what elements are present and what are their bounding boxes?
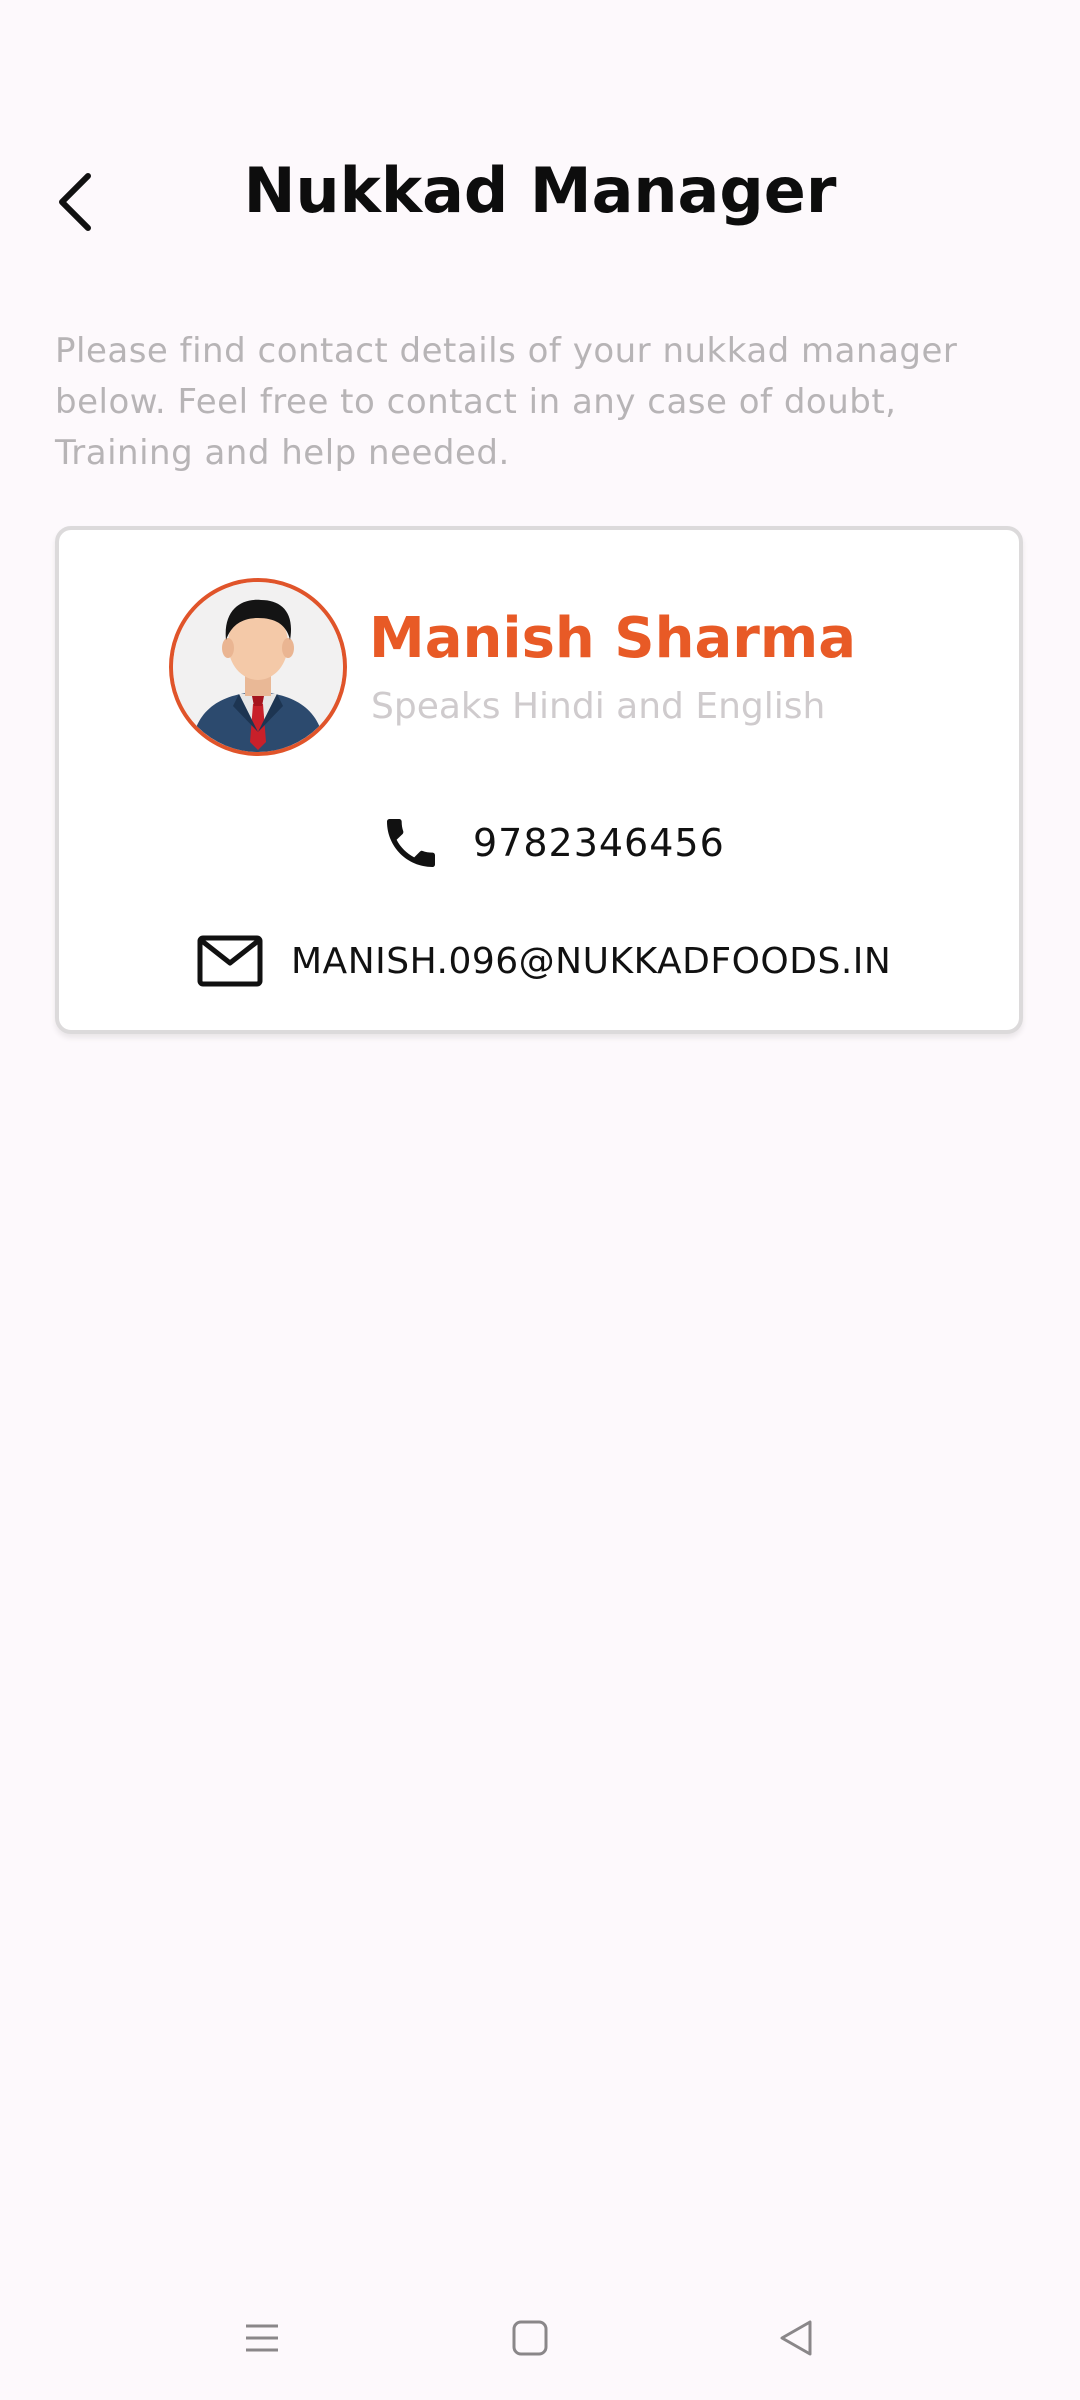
phone-number: 9782346456	[473, 821, 725, 865]
manager-languages: Speaks Hindi and English	[371, 686, 826, 727]
manager-card: Manish Sharma Speaks Hindi and English 9…	[55, 526, 1023, 1034]
email-address: MANISH.096@NUKKADFOODS.IN	[291, 940, 892, 982]
manager-name: Manish Sharma	[369, 606, 857, 671]
mail-icon	[197, 935, 263, 987]
page-title: Nukkad Manager	[243, 154, 837, 227]
intro-text: Please find contact details of your nukk…	[55, 331, 958, 473]
recents-button[interactable]	[232, 2308, 292, 2368]
home-square-icon	[512, 2320, 548, 2356]
status-bar	[0, 0, 1080, 110]
menu-icon	[246, 2324, 278, 2352]
phone-contact[interactable]: 9782346456	[379, 808, 725, 878]
businessman-avatar-icon	[173, 582, 343, 752]
phone-icon	[387, 819, 435, 867]
back-triangle-icon	[780, 2320, 812, 2356]
back-nav-button[interactable]	[766, 2308, 826, 2368]
avatar	[169, 578, 347, 756]
system-nav-bar	[0, 2268, 1080, 2400]
email-contact[interactable]: MANISH.096@NUKKADFOODS.IN	[197, 926, 891, 996]
home-button[interactable]	[500, 2308, 560, 2368]
header: Nukkad Manager	[0, 140, 1080, 260]
